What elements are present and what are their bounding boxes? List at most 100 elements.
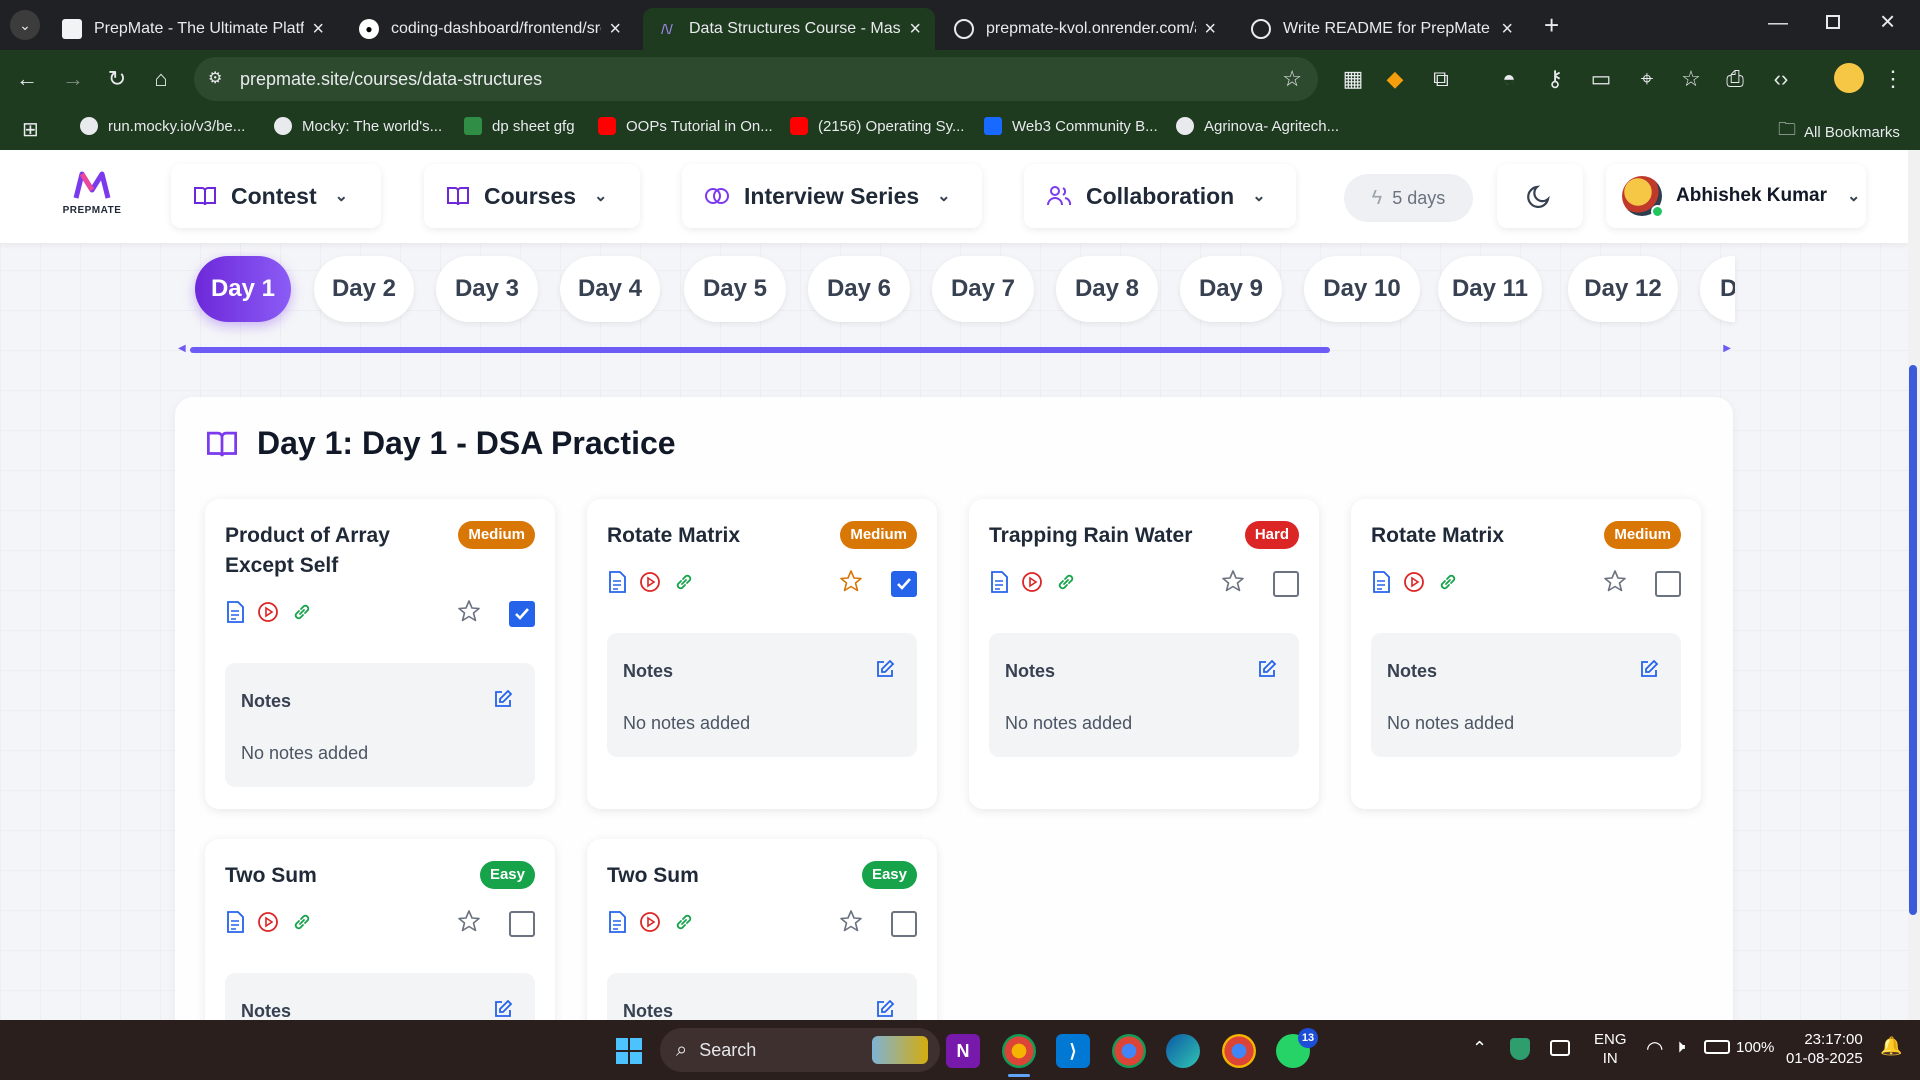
video-play-icon[interactable] (1021, 571, 1043, 598)
more-menu-icon[interactable]: ⋮ (1880, 66, 1906, 92)
new-tab-plus-icon[interactable]: + (1544, 10, 1559, 41)
browser-tab[interactable]: Write README for PrepMate × (1237, 8, 1527, 50)
bookmark-item[interactable]: Web3 Community B... (984, 117, 1158, 135)
back-arrow-icon[interactable]: ← (14, 66, 40, 92)
apps-grid-icon[interactable]: ⊞ (22, 117, 39, 142)
article-icon[interactable] (989, 571, 1009, 598)
bookmark-item[interactable]: run.mocky.io/v3/be... (80, 117, 245, 135)
nav-interview-series-dropdown[interactable]: Interview Series ⌄ (682, 164, 982, 228)
day-tab[interactable]: Day 8 (1056, 256, 1158, 322)
taskbar-search[interactable]: ⌕ Search (660, 1028, 940, 1072)
bookmark-item[interactable]: Mocky: The world's... (274, 117, 442, 135)
video-play-icon[interactable] (639, 571, 661, 598)
link-icon[interactable] (1055, 571, 1077, 598)
chrome-icon[interactable] (1222, 1034, 1256, 1068)
defender-shield-icon[interactable] (1510, 1038, 1530, 1060)
nav-collaboration-dropdown[interactable]: Collaboration ⌄ (1024, 164, 1296, 228)
close-tab-icon[interactable]: × (312, 18, 324, 41)
nav-contest-dropdown[interactable]: Contest ⌄ (171, 164, 381, 228)
chrome-profile-icon[interactable] (1112, 1034, 1146, 1068)
completed-checkbox[interactable] (891, 570, 917, 597)
day-tab[interactable]: Day 7 (932, 256, 1034, 322)
edit-notes-icon[interactable] (493, 999, 513, 1020)
star-icon[interactable] (457, 909, 481, 938)
vscode-icon[interactable]: ⟩ (1056, 1034, 1090, 1068)
reload-icon[interactable]: ↻ (104, 66, 130, 92)
windows-start-icon[interactable] (612, 1034, 646, 1068)
scroll-right-arrow-icon[interactable]: ▶ (1723, 343, 1731, 354)
profile-avatar-icon[interactable] (1834, 63, 1864, 93)
day-tab[interactable]: D (1700, 256, 1735, 322)
language-indicator[interactable]: ENG IN (1594, 1030, 1627, 1068)
prepmate-logo[interactable]: PREPMATE (60, 170, 124, 220)
whatsapp-icon[interactable]: 13 (1276, 1028, 1318, 1068)
link-icon[interactable] (291, 601, 313, 628)
bookmark-item[interactable]: Agrinova- Agritech... (1176, 117, 1339, 135)
edit-notes-icon[interactable] (1639, 659, 1659, 684)
scroll-left-arrow-icon[interactable]: ◀ (178, 343, 186, 354)
bookmark-item[interactable]: OOPs Tutorial in On... (598, 117, 773, 135)
link-icon[interactable] (1437, 571, 1459, 598)
day-tab[interactable]: Day 9 (1180, 256, 1282, 322)
notifications-bell-icon[interactable]: 🔔 (1880, 1036, 1902, 1057)
extension-icon[interactable]: ◆ (1382, 66, 1408, 92)
day-tab[interactable]: Day 5 (684, 256, 786, 322)
video-play-icon[interactable] (639, 911, 661, 938)
day-tab[interactable]: Day 12 (1568, 256, 1678, 322)
puzzle-icon[interactable]: ⧉ (1428, 66, 1454, 92)
bookmark-item[interactable]: (2156) Operating Sy... (790, 117, 964, 135)
home-icon[interactable]: ⌂ (148, 66, 174, 92)
day-tab[interactable]: Day 3 (436, 256, 538, 322)
problem-title[interactable]: Trapping Rain Water (989, 521, 1249, 551)
tab-search-dropdown-button[interactable]: ⌄ (10, 10, 40, 40)
video-play-icon[interactable] (257, 601, 279, 628)
link-icon[interactable] (673, 911, 695, 938)
article-icon[interactable] (607, 911, 627, 938)
edit-notes-icon[interactable] (493, 689, 513, 714)
article-icon[interactable] (225, 601, 245, 628)
site-info-icon[interactable]: ⚙ (208, 68, 222, 88)
link-icon[interactable] (673, 571, 695, 598)
problem-title[interactable]: Two Sum (607, 861, 867, 891)
day-tab[interactable]: Day 2 (314, 256, 414, 322)
edit-notes-icon[interactable] (1257, 659, 1277, 684)
page-scroll-thumb[interactable] (1909, 365, 1917, 915)
video-play-icon[interactable] (257, 911, 279, 938)
card-icon[interactable]: ▭ (1588, 66, 1614, 92)
browser-tab[interactable]: ● coding-dashboard/frontend/src × (345, 8, 635, 50)
day-tab[interactable]: Day 4 (560, 256, 660, 322)
star-icon[interactable] (1221, 569, 1245, 598)
location-pin-icon[interactable]: ⌖ (1634, 66, 1660, 92)
completed-checkbox[interactable] (1273, 570, 1299, 597)
close-tab-icon[interactable]: × (909, 18, 921, 41)
star-icon[interactable] (1603, 569, 1627, 598)
browser-tab-active[interactable]: /\/ Data Structures Course - Master × (643, 8, 935, 50)
close-tab-icon[interactable]: × (1501, 18, 1513, 41)
close-tab-icon[interactable]: × (609, 18, 621, 41)
restore-icon[interactable] (1826, 15, 1840, 29)
completed-checkbox[interactable] (509, 910, 535, 937)
clock[interactable]: 23:17:00 01-08-2025 (1786, 1030, 1863, 1068)
link-icon[interactable] (291, 911, 313, 938)
completed-checkbox[interactable] (1655, 570, 1681, 597)
battery-icon[interactable] (1704, 1040, 1730, 1054)
browser-tab[interactable]: PrepMate - The Ultimate Platfo × (48, 8, 338, 50)
nav-courses-dropdown[interactable]: Courses ⌄ (424, 164, 640, 228)
onenote-icon[interactable]: N (946, 1034, 980, 1068)
problem-title[interactable]: Rotate Matrix (607, 521, 867, 551)
print-icon[interactable]: ⎙ (1722, 66, 1748, 92)
forward-arrow-icon[interactable]: → (60, 66, 86, 92)
day-tab[interactable]: Day 6 (808, 256, 910, 322)
minimize-icon[interactable]: — (1768, 12, 1788, 35)
theme-toggle-button[interactable] (1497, 164, 1583, 228)
close-tab-icon[interactable]: × (1204, 18, 1216, 41)
problem-title[interactable]: Product of Array Except Self (225, 521, 455, 581)
completed-checkbox[interactable] (891, 910, 917, 937)
bookmark-star-icon[interactable]: ☆ (1282, 66, 1302, 92)
bookmark-item[interactable]: dp sheet gfg (464, 117, 575, 135)
extension-icon[interactable]: ▦ (1340, 66, 1366, 92)
day-tab[interactable]: Day 11 (1438, 256, 1542, 322)
article-icon[interactable] (607, 571, 627, 598)
volume-muted-icon[interactable]: 🕨 (1674, 1036, 1685, 1057)
incognito-icon[interactable]: ◓ (1496, 66, 1522, 92)
